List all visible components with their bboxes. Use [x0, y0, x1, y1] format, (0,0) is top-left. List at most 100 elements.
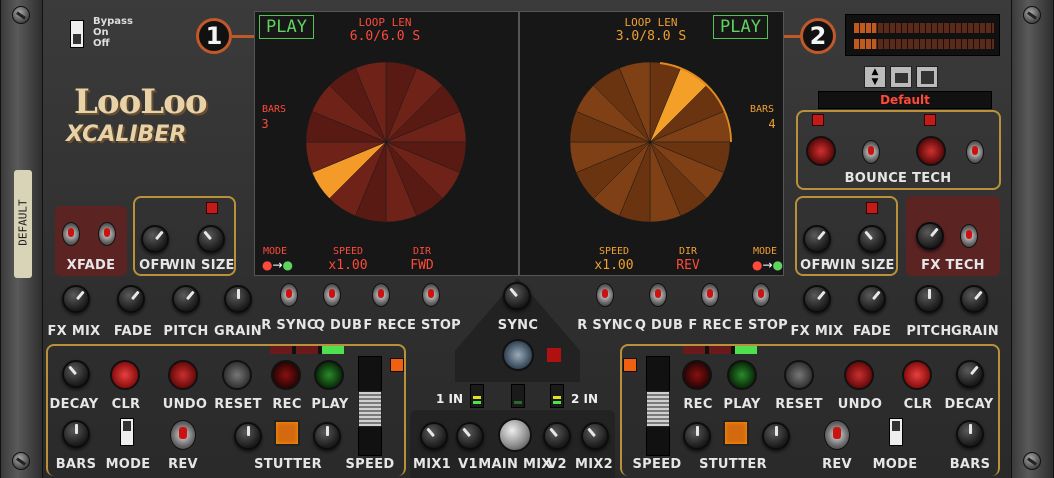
left-winsize-knob[interactable] — [197, 225, 225, 253]
right-play-button[interactable] — [727, 360, 757, 390]
right-clr-button[interactable] — [902, 360, 932, 390]
right-bars-knob[interactable] — [956, 420, 984, 448]
left-reset-label: RESET — [214, 397, 262, 412]
bounce-led-2[interactable] — [924, 114, 936, 126]
left-winsize-label: WIN SIZE — [165, 258, 235, 273]
left-stutter-button[interactable] — [274, 420, 300, 446]
right-qdub-toggle[interactable] — [649, 283, 667, 307]
right-stutter-knob-b[interactable] — [762, 422, 790, 450]
left-decay-knob[interactable] — [62, 360, 90, 388]
deck1-number-badge: 1 — [196, 18, 232, 54]
right-fxmix-label: FX MIX — [790, 324, 844, 339]
left-undo-button[interactable] — [168, 360, 198, 390]
xfade-toggle-1[interactable] — [62, 222, 80, 246]
left-speed-fader-cap[interactable] — [358, 391, 382, 427]
screw-icon — [12, 452, 30, 470]
bypass-switch[interactable] — [70, 20, 84, 48]
fx-tech-toggle[interactable] — [960, 224, 978, 248]
left-stutter-knob-a[interactable] — [234, 422, 262, 450]
left-off-knob[interactable] — [141, 225, 169, 253]
right-undo-label: UNDO — [837, 397, 883, 412]
left-mode-switch[interactable] — [120, 418, 134, 446]
mix1-knob[interactable] — [420, 422, 448, 450]
right-rev-toggle[interactable] — [824, 420, 850, 450]
right-speed-fader-cap[interactable] — [646, 391, 670, 427]
left-winsize-led[interactable] — [206, 202, 218, 214]
bounce-toggle-1[interactable] — [862, 140, 880, 164]
right-stutter-knob-a[interactable] — [683, 422, 711, 450]
xfade-toggle-2[interactable] — [98, 222, 116, 246]
right-stutter-button[interactable] — [723, 420, 749, 446]
right-estop-toggle[interactable] — [752, 283, 770, 307]
v1-knob[interactable] — [456, 422, 484, 450]
left-clr-button[interactable] — [110, 360, 140, 390]
right-fade-knob[interactable] — [858, 285, 886, 313]
bounce-tech-label: BOUNCE TECH — [844, 171, 952, 186]
right-frec-toggle[interactable] — [701, 283, 719, 307]
preset-save-icon[interactable] — [916, 66, 938, 88]
left-estop-toggle[interactable] — [422, 283, 440, 307]
left-play-button[interactable] — [314, 360, 344, 390]
deck1-speed-label: SPEED — [332, 246, 364, 257]
left-qdub-label: Q DUB — [313, 318, 363, 333]
right-reset-button[interactable] — [784, 360, 814, 390]
right-reset-label: RESET — [775, 397, 823, 412]
left-stutter-knob-b[interactable] — [313, 422, 341, 450]
left-reset-button[interactable] — [222, 360, 252, 390]
left-frec-toggle[interactable] — [372, 283, 390, 307]
deck1-play-status[interactable]: PLAY — [259, 15, 314, 39]
main-mix-knob[interactable] — [498, 418, 532, 452]
right-speed-fader[interactable] — [646, 356, 670, 456]
left-fxmix-label: FX MIX — [47, 324, 101, 339]
sync-knob[interactable] — [503, 282, 531, 310]
left-rev-toggle[interactable] — [170, 420, 196, 450]
right-undo-button[interactable] — [844, 360, 874, 390]
mix2-knob[interactable] — [581, 422, 609, 450]
right-rec-button[interactable] — [682, 360, 712, 390]
right-off-knob[interactable] — [803, 225, 831, 253]
right-grain-label: GRAIN — [951, 324, 999, 339]
left-rec-button[interactable] — [271, 360, 301, 390]
left-rsync-toggle[interactable] — [280, 283, 298, 307]
left-rsync-label: R SYNC — [261, 318, 317, 333]
left-speed-led[interactable] — [390, 358, 404, 372]
sync-label: SYNC — [497, 318, 539, 333]
left-estop-label: E STOP — [406, 318, 462, 333]
left-qdub-toggle[interactable] — [323, 283, 341, 307]
deck1-mode-icon[interactable]: ●→● — [262, 258, 293, 272]
left-grain-knob[interactable] — [224, 285, 252, 313]
right-grain-knob[interactable] — [960, 285, 988, 313]
left-fade-knob[interactable] — [117, 285, 145, 313]
v2-knob[interactable] — [543, 422, 571, 450]
preset-folder-icon[interactable] — [890, 66, 912, 88]
right-estop-label: E STOP — [733, 318, 789, 333]
deck1-loop-len: 6.0/6.0 S — [349, 29, 421, 44]
fx-tech-knob[interactable] — [916, 222, 944, 250]
left-bars-knob[interactable] — [62, 420, 90, 448]
sync-led-button[interactable] — [545, 346, 563, 364]
right-winsize-knob[interactable] — [858, 225, 886, 253]
deck2-mode-icon[interactable]: ●→● — [752, 258, 783, 272]
sync-link-icon[interactable] — [502, 339, 534, 371]
patch-name-tape[interactable]: DEFAULT — [14, 170, 32, 278]
right-fxmix-knob[interactable] — [803, 285, 831, 313]
bounce-button-1[interactable] — [806, 136, 836, 166]
left-stutter-label: STUTTER — [254, 457, 322, 472]
right-decay-knob[interactable] — [956, 360, 984, 388]
preset-browse-arrows-icon[interactable]: ▲ ▼ — [864, 66, 886, 88]
bounce-led-1[interactable] — [812, 114, 824, 126]
right-rsync-toggle[interactable] — [596, 283, 614, 307]
right-speed-led[interactable] — [623, 358, 637, 372]
right-pitch-knob[interactable] — [915, 285, 943, 313]
deck1-loop-wheel — [305, 61, 467, 223]
bounce-button-2[interactable] — [916, 136, 946, 166]
left-fxmix-knob[interactable] — [62, 285, 90, 313]
deck2-loop-wheel — [569, 61, 732, 223]
bounce-toggle-2[interactable] — [966, 140, 984, 164]
preset-name-display[interactable]: Default — [818, 91, 992, 109]
right-winsize-led[interactable] — [866, 202, 878, 214]
deck2-play-status[interactable]: PLAY — [713, 15, 768, 39]
left-speed-fader[interactable] — [358, 356, 382, 456]
left-pitch-knob[interactable] — [172, 285, 200, 313]
right-mode-switch[interactable] — [889, 418, 903, 446]
